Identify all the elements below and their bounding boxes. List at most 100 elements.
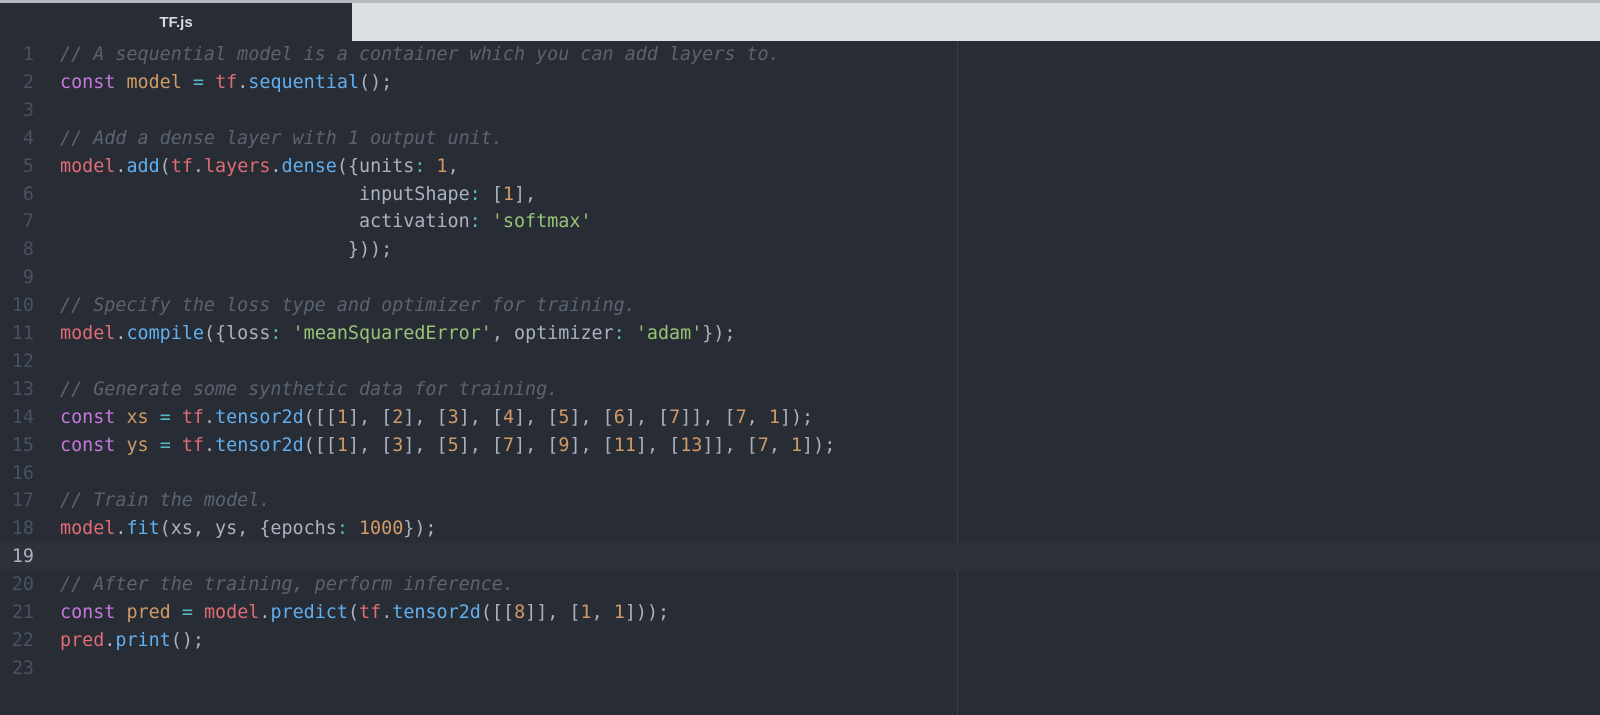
- code-token: xs: [126, 406, 149, 428]
- tab-title: TF.js: [159, 13, 193, 31]
- code-token: tf: [359, 602, 382, 623]
- tab-tf-js[interactable]: TF.js: [0, 3, 352, 41]
- code-line[interactable]: 19: [0, 543, 1600, 572]
- code-token: ,: [447, 155, 459, 177]
- code-token: const: [60, 406, 116, 428]
- code-token: :: [469, 183, 481, 205]
- code-token: // A sequential model is a container whi…: [60, 44, 780, 65]
- line-number: 13: [11, 378, 34, 400]
- code-line[interactable]: 1 // A sequential model is a container wh…: [0, 41, 1600, 69]
- code-line[interactable]: 17 // Train the model.: [0, 487, 1600, 515]
- code-editor[interactable]: 1 // A sequential model is a container wh…: [0, 41, 1600, 715]
- code-token: sequential: [248, 71, 360, 93]
- code-token: 8: [514, 602, 526, 623]
- code-line[interactable]: 7 activation: 'softmax': [0, 208, 1600, 236]
- code-line[interactable]: 13 // Generate some synthetic data for tr…: [0, 376, 1600, 404]
- code-text: activation: 'softmax': [60, 208, 592, 236]
- code-text: const xs = tf.tensor2d([[1], [2], [3], […: [60, 404, 813, 432]
- code-token: // Add a dense layer with 1 output unit.: [60, 127, 503, 149]
- code-token: tensor2d: [215, 434, 304, 456]
- code-token: 1: [613, 602, 625, 623]
- code-text: // Train the model.: [60, 487, 270, 515]
- code-line[interactable]: 8 }));: [0, 236, 1600, 264]
- code-token: 7: [757, 434, 769, 456]
- code-text: const ys = tf.tensor2d([[1], [3], [5], […: [60, 432, 835, 460]
- code-token: [: [480, 183, 503, 205]
- code-token: 11: [613, 434, 636, 456]
- code-token: (xs, ys, {epochs: [159, 518, 337, 540]
- code-line[interactable]: 5 model.add(tf.layers.dense({units: 1,: [0, 153, 1600, 181]
- code-token: const: [60, 71, 116, 93]
- code-line[interactable]: 12: [0, 348, 1600, 376]
- line-number: 4: [22, 127, 34, 149]
- line-number: 17: [11, 490, 34, 512]
- code-line[interactable]: 21 const pred = model.predict(tf.tensor2d…: [0, 599, 1600, 627]
- code-token: 1000: [358, 518, 404, 540]
- code-token: .: [104, 629, 116, 651]
- code-token: 1: [336, 434, 348, 456]
- code-token: tf: [181, 406, 204, 428]
- code-line[interactable]: 15 const ys = tf.tensor2d([[1], [3], [5],…: [0, 432, 1600, 460]
- code-token: (: [159, 155, 171, 177]
- code-line[interactable]: 3: [0, 97, 1600, 125]
- code-token: .: [115, 518, 127, 540]
- code-token: 4: [503, 406, 515, 428]
- code-token: 'softmax': [491, 211, 592, 233]
- code-token: =: [159, 406, 171, 428]
- code-line[interactable]: 16: [0, 460, 1600, 488]
- code-token: ], [: [514, 406, 559, 428]
- tab-bar: TF.js: [0, 3, 1600, 41]
- code-token: 1: [336, 406, 348, 428]
- code-line[interactable]: 22 pred.print();: [0, 627, 1600, 655]
- code-token: .: [115, 323, 127, 344]
- code-token: 3: [392, 434, 404, 456]
- line-number: 7: [22, 211, 34, 233]
- code-token: 7: [503, 434, 515, 456]
- code-line[interactable]: 2 const model = tf.sequential();: [0, 69, 1600, 97]
- code-line[interactable]: 11 model.compile({loss: 'meanSquaredError…: [0, 320, 1600, 348]
- code-token: ], [: [458, 406, 503, 428]
- code-token: tf: [181, 434, 204, 456]
- code-token: ,: [746, 406, 769, 428]
- code-token: .: [204, 406, 216, 428]
- line-number: 5: [22, 155, 34, 177]
- code-token: // Generate some synthetic data for trai…: [60, 378, 559, 400]
- code-line[interactable]: 23: [0, 655, 1600, 683]
- code-token: ]], [: [702, 434, 758, 456]
- code-token: ,: [768, 434, 791, 456]
- code-line[interactable]: 14 const xs = tf.tensor2d([[1], [2], [3],…: [0, 404, 1600, 432]
- line-number: 8: [22, 239, 34, 261]
- code-line[interactable]: 6 inputShape: [1],: [0, 181, 1600, 209]
- code-text: model.fit(xs, ys, {epochs: 1000});: [60, 515, 437, 543]
- code-token: model: [60, 323, 116, 344]
- code-line[interactable]: 18 model.fit(xs, ys, {epochs: 1000});: [0, 515, 1600, 543]
- code-text: // After the training, perform inference…: [60, 571, 514, 599]
- line-number: 12: [11, 350, 34, 372]
- code-token: 13: [680, 434, 703, 456]
- code-line[interactable]: 9: [0, 264, 1600, 292]
- code-token: ]);: [802, 434, 836, 456]
- code-token: print: [115, 629, 171, 651]
- code-token: model: [60, 155, 116, 177]
- code-token: .: [237, 71, 249, 93]
- code-token: ], [: [624, 406, 670, 428]
- code-line[interactable]: 20 // After the training, perform inferen…: [0, 571, 1600, 599]
- code-token: 1: [580, 602, 592, 623]
- code-token: dense: [281, 155, 337, 177]
- code-line[interactable]: 4 // Add a dense layer with 1 output unit…: [0, 125, 1600, 153]
- code-text: model.compile({loss: 'meanSquaredError',…: [60, 320, 735, 348]
- code-line[interactable]: 10 // Specify the loss type and optimizer…: [0, 292, 1600, 320]
- code-token: ]], [: [680, 406, 736, 428]
- code-token: ();: [359, 71, 393, 93]
- code-token: ();: [170, 629, 204, 651]
